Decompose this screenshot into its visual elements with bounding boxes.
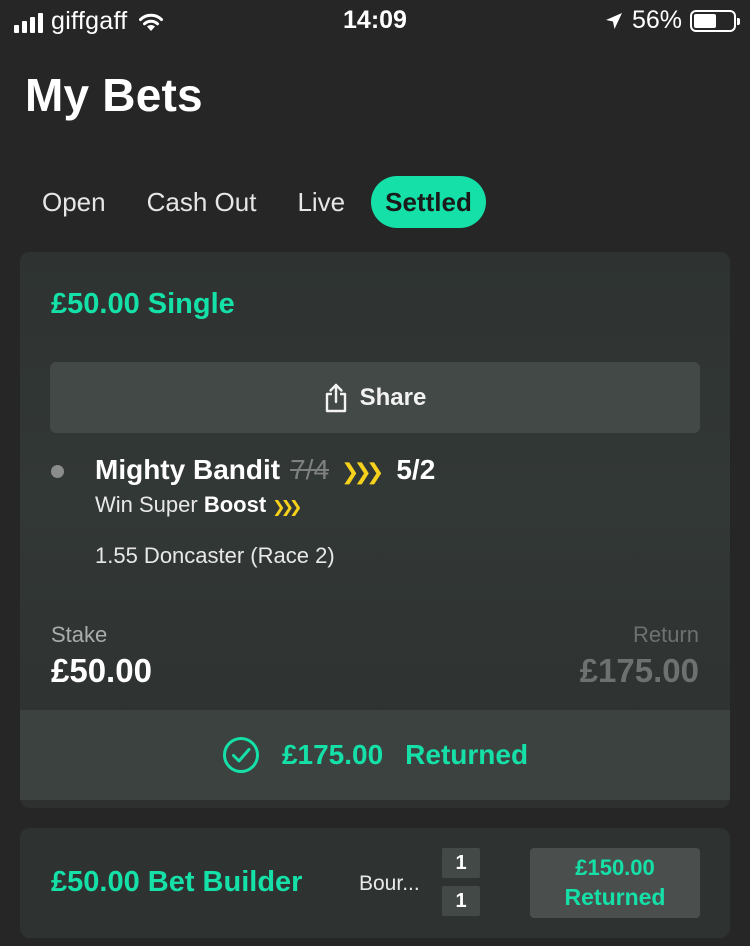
share-icon (325, 383, 346, 412)
score-away: 1 (442, 886, 480, 916)
bet-card-single: £50.00 Single Share Mighty Bandit 7/4 ❯❯… (20, 252, 730, 808)
returned-badge: £150.00 Returned (530, 848, 700, 918)
event-name: 1.55 Doncaster (Race 2) (95, 543, 335, 568)
tab-open[interactable]: Open (27, 176, 121, 228)
bet-card-bet-builder[interactable]: £50.00 Bet Builder Bour... 1 1 £150.00 R… (20, 828, 730, 938)
selection-name: Mighty Bandit (95, 454, 281, 485)
tab-live[interactable]: Live (282, 176, 360, 228)
event-name: Bour... (359, 872, 420, 895)
check-circle-icon (222, 737, 259, 773)
returned-label: Returned (564, 884, 666, 910)
returned-banner: £175.00 Returned (20, 710, 730, 800)
old-odds: 7/4 (290, 454, 330, 485)
market-prefix: Win Super (95, 492, 204, 517)
returned-amount: £150.00 (575, 855, 655, 880)
return-label: Return (632, 622, 699, 647)
bet-title: £50.00 Single (51, 288, 235, 320)
returned-amount: £175.00 (281, 739, 384, 770)
share-label: Share (359, 383, 427, 411)
market-label: Win Super Boost ❯❯❯ (95, 492, 302, 518)
page-title: My Bets (25, 69, 203, 121)
location-arrow-icon (605, 12, 622, 29)
tab-cash-out[interactable]: Cash Out (132, 176, 272, 228)
boost-chevrons-small-icon: ❯❯❯ (272, 499, 302, 516)
market-boost: Boost (203, 492, 267, 517)
status-bar: giffgaff 14:09 56% (0, 0, 750, 44)
bet-filter-tabs: Open Cash Out Live Settled (27, 176, 497, 228)
battery-percentage: 56% (631, 6, 682, 34)
selection-row: Mighty Bandit 7/4 ❯❯❯ 5/2 (95, 454, 435, 486)
tab-settled[interactable]: Settled (371, 176, 486, 228)
share-button[interactable]: Share (50, 362, 700, 433)
bet-title: £50.00 Bet Builder (51, 866, 303, 898)
battery-icon (690, 9, 740, 32)
returned-label: Returned (405, 739, 529, 770)
stake-label: Stake (51, 622, 108, 647)
boost-chevrons-icon: ❯❯❯ (341, 459, 384, 484)
selection-dot-icon (51, 465, 64, 478)
score-home: 1 (442, 848, 480, 878)
return-value: £175.00 (579, 652, 699, 689)
boosted-odds: 5/2 (396, 454, 436, 485)
stake-value: £50.00 (51, 652, 152, 689)
